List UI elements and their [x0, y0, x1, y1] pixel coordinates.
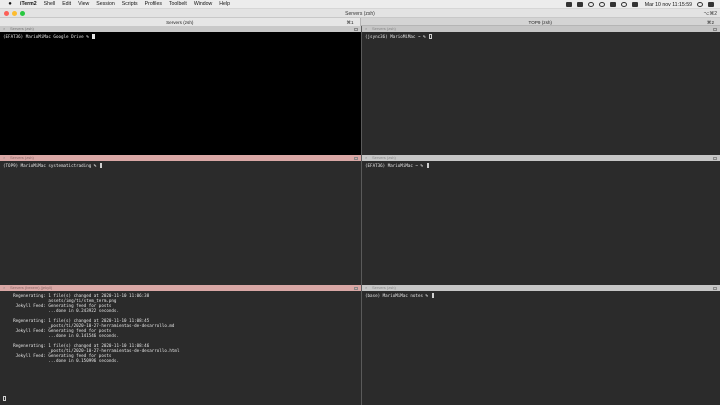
menu-edit[interactable]: Edit: [62, 1, 71, 7]
text-cursor: [99, 163, 103, 168]
shell-prompt: (EFAT36) MarioMiMac Google Drive %: [3, 34, 92, 39]
shell-prompt: (TOP9) MarioMiMac systematictrading %: [3, 163, 99, 168]
menu-clock[interactable]: Mar 10 nov 11:15:59: [645, 2, 692, 8]
menu-app-name[interactable]: iTerm2: [20, 1, 37, 7]
pane-title-bar: × Servers (zsh): [362, 155, 720, 161]
tab-servers[interactable]: Servers (zsh) ⌘1: [0, 18, 361, 26]
window-title: Servers (zsh): [345, 10, 375, 17]
terminal-pane-middle-left[interactable]: × Servers (zsh) (TOP9) MarioMiMac system…: [0, 155, 361, 285]
menu-window[interactable]: Window: [194, 1, 212, 7]
terminal-pane-middle-right[interactable]: × Servers (zsh) (EFAT36) MarioMiMac ~ %: [362, 155, 720, 285]
pane-title: Servers (zsh): [10, 155, 34, 160]
output-line: ...done in 0.150996 seconds.: [3, 358, 119, 363]
terminal-output: Regenerating: 1 file(s) changed at 2020-…: [3, 293, 358, 363]
tab-shortcut: ⌘1: [346, 19, 354, 25]
pane-title: Servers (zsh): [372, 155, 396, 160]
maximize-pane-icon[interactable]: [713, 156, 717, 160]
text-cursor: [426, 163, 430, 168]
menu-help[interactable]: Help: [219, 1, 230, 7]
apple-menu-icon[interactable]: ●: [6, 1, 14, 7]
menu-toolbelt[interactable]: Toolbelt: [169, 1, 187, 7]
control-center-icon[interactable]: [708, 2, 714, 7]
terminal-pane-bottom-left[interactable]: × Servers (bexem) (jekyll) Regenerating:…: [0, 285, 361, 405]
menu-session[interactable]: Session: [96, 1, 114, 7]
terminal-output: (EFAT36) MarioMiMac Google Drive %: [3, 34, 358, 39]
wifi-icon[interactable]: [620, 2, 627, 7]
status-menu-area: Mar 10 nov 11:15:59: [565, 0, 714, 9]
close-pane-icon[interactable]: ×: [3, 26, 5, 32]
terminal-output: (EFAT36) MarioMiMac ~ %: [365, 163, 717, 168]
maximize-pane-icon[interactable]: [354, 27, 358, 31]
menu-view[interactable]: View: [78, 1, 89, 7]
terminal-output: (base) MarioMiMac notes %: [365, 293, 717, 298]
pane-title: Servers (zsh): [10, 26, 34, 31]
text-cursor: [429, 34, 432, 39]
text-cursor: [92, 34, 95, 39]
cloud-icon[interactable]: [565, 2, 572, 7]
close-pane-icon[interactable]: ×: [365, 26, 367, 32]
pane-title-bar: × Servers (zsh): [362, 285, 720, 291]
close-pane-icon[interactable]: ×: [3, 285, 5, 291]
terminal-pane-top-left[interactable]: × Servers (zsh) (EFAT36) MarioMiMac Goog…: [0, 26, 361, 155]
search-icon[interactable]: [697, 2, 703, 7]
pane-title-bar: × Servers (zsh): [0, 26, 361, 32]
terminal-pane-top-right[interactable]: × Servers (zsh) (jsync36) MarioMiMac ~ %: [362, 26, 720, 155]
cloud-upload-icon[interactable]: [576, 2, 583, 7]
pane-title-bar: × Servers (bexem) (jekyll): [0, 285, 361, 291]
tab-label: TOP9 (zsh): [528, 19, 552, 25]
tab-bar: Servers (zsh) ⌘1 TOP9 (zsh) ⌘2: [0, 18, 720, 26]
macos-menu-bar: ● iTerm2 Shell Edit View Session Scripts…: [0, 0, 720, 9]
menu-profiles[interactable]: Profiles: [145, 1, 162, 7]
window-shortcut: ⌥⌘2: [703, 10, 717, 17]
pane-title: Servers (zsh): [372, 285, 396, 290]
menu-scripts[interactable]: Scripts: [122, 1, 138, 7]
tab-top9[interactable]: TOP9 (zsh) ⌘2: [361, 18, 720, 26]
maximize-pane-icon[interactable]: [354, 156, 358, 160]
tab-shortcut: ⌘2: [706, 19, 714, 25]
maximize-pane-icon[interactable]: [354, 286, 358, 290]
text-cursor: [431, 293, 435, 298]
close-pane-icon[interactable]: ×: [365, 155, 367, 161]
maximize-pane-icon[interactable]: [713, 286, 717, 290]
text-cursor: [3, 396, 6, 401]
shell-prompt: (jsync36) MarioMiMac ~ %: [365, 34, 429, 39]
close-pane-icon[interactable]: ×: [3, 155, 5, 161]
pane-divider[interactable]: [361, 26, 362, 405]
pane-title-bar: × Servers (zsh): [362, 26, 720, 32]
terminal-pane-bottom-right[interactable]: × Servers (zsh) (base) MarioMiMac notes …: [362, 285, 720, 405]
volume-icon[interactable]: [631, 2, 638, 7]
terminal-output: (TOP9) MarioMiMac systematictrading %: [3, 163, 358, 168]
pane-title: Servers (bexem) (jekyll): [10, 285, 53, 290]
time-machine-icon[interactable]: [587, 2, 594, 7]
bluetooth-icon[interactable]: [609, 2, 616, 7]
clock-icon[interactable]: [598, 2, 605, 7]
terminal-output: (jsync36) MarioMiMac ~ %: [365, 34, 717, 39]
tab-label: Servers (zsh): [166, 19, 194, 25]
close-pane-icon[interactable]: ×: [365, 285, 367, 291]
shell-prompt: (base) MarioMiMac notes %: [365, 293, 431, 298]
window-title-bar: Servers (zsh) ⌥⌘2: [0, 9, 720, 18]
shell-prompt: (EFAT36) MarioMiMac ~ %: [365, 163, 426, 168]
pane-title: Servers (zsh): [372, 26, 396, 31]
maximize-pane-icon[interactable]: [713, 27, 717, 31]
menu-shell[interactable]: Shell: [44, 1, 56, 7]
pane-title-bar: × Servers (zsh): [0, 155, 361, 161]
